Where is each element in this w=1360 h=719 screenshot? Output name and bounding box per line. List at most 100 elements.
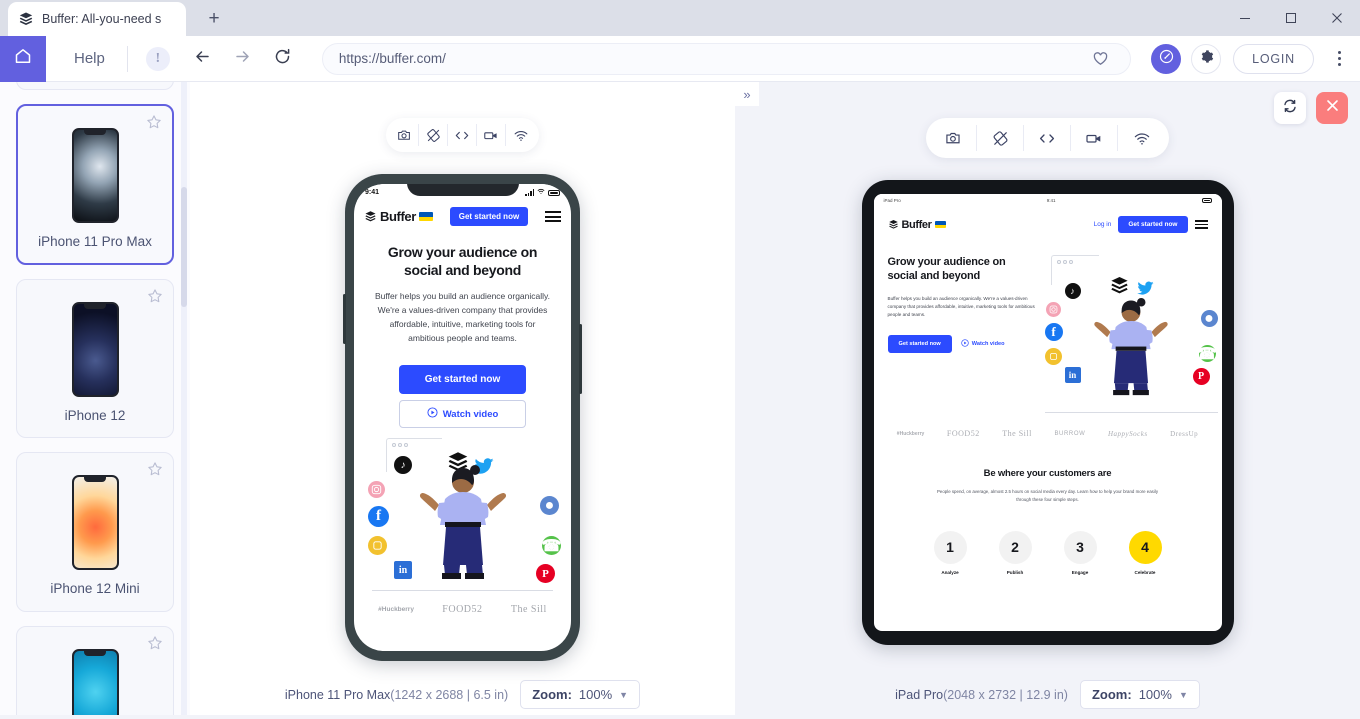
browser-menu-button[interactable] — [1326, 44, 1352, 74]
wifi-throttle-icon[interactable] — [1118, 125, 1165, 151]
nav-cta-button[interactable]: Get started now — [1118, 216, 1188, 233]
new-tab-button[interactable]: + — [200, 5, 228, 33]
device-card-iphone-12[interactable]: iPhone 12 — [16, 279, 174, 439]
performance-button[interactable] — [1151, 43, 1182, 74]
ground-line — [372, 590, 553, 592]
sidebar-scrollbar-thumb[interactable] — [181, 187, 187, 307]
hero-primary-button[interactable]: Get started now — [399, 365, 526, 395]
status-device-name: iPad Pro — [883, 198, 901, 203]
url-input[interactable] — [338, 51, 1087, 66]
device-name: iPhone 12 — [64, 408, 126, 424]
rotate-lock-icon[interactable] — [977, 125, 1024, 151]
star-outline-icon[interactable] — [147, 461, 163, 477]
star-outline-icon[interactable] — [146, 114, 162, 130]
camera-icon[interactable] — [390, 124, 419, 146]
nav-login-link[interactable]: Log in — [1094, 221, 1112, 228]
status-indicators — [525, 188, 560, 197]
step-number: 1 — [933, 530, 967, 564]
step-label: Publish — [1006, 569, 1024, 575]
hero-text-column: Grow your audience on social and beyond … — [874, 255, 1041, 415]
brand-logo: FOOD52 — [946, 429, 980, 438]
refresh-sync-icon — [1282, 98, 1298, 119]
brand-logo: #Huckberry — [378, 606, 414, 614]
device-card-iphone-11-pro-max[interactable]: iPhone 11 Pro Max — [16, 104, 174, 266]
device-card-iphone-12-mini[interactable]: iPhone 12 Mini — [16, 452, 174, 612]
linkedin-icon: in — [1064, 367, 1081, 383]
home-button[interactable] — [0, 35, 46, 82]
brand-logos-row: #Huckberry FOOD52 The Sill — [354, 596, 571, 615]
back-button[interactable] — [186, 42, 220, 76]
close-preview-button[interactable] — [1316, 92, 1348, 124]
buffer-logo[interactable]: Buffer — [364, 209, 433, 224]
hero-actions: Get started now Watch video — [887, 335, 1041, 354]
hamburger-menu-icon[interactable] — [1194, 220, 1208, 229]
sidebar-scrollbar[interactable] — [181, 82, 187, 715]
nav-cta-button[interactable]: Get started now — [449, 207, 529, 226]
minimize-button[interactable] — [1222, 0, 1268, 36]
hero-watch-video-button[interactable]: Watch video — [399, 400, 526, 429]
hero-watch-video-button[interactable]: Watch video — [961, 339, 1005, 349]
pinterest-icon: P — [536, 564, 555, 584]
browser-tab[interactable]: Buffer: All-you-need s — [8, 2, 186, 36]
phone-zoom-select[interactable]: Zoom: 100% ▼ — [520, 680, 641, 709]
maximize-button[interactable] — [1268, 0, 1314, 36]
tablet-screen[interactable]: iPad Pro 9:41 Buffer Log in Get started … — [873, 194, 1222, 631]
play-circle-icon — [427, 407, 438, 421]
hero-section: Grow your audience on social and beyond … — [874, 233, 1222, 415]
rotate-lock-icon[interactable] — [419, 124, 448, 146]
tablet-device-name: iPad Pro — [895, 687, 944, 702]
device-card-partial-bottom[interactable] — [16, 625, 174, 715]
double-chevron-right-icon[interactable]: » — [735, 82, 759, 106]
sync-scroll-button[interactable] — [1274, 92, 1306, 124]
reddit-icon: ● — [1200, 310, 1218, 327]
device-thumbnail — [71, 128, 119, 223]
tablet-status-bar: iPad Pro 9:41 — [873, 194, 1222, 207]
zoom-label: Zoom: — [1091, 687, 1132, 702]
tiktok-icon: ♪ — [1064, 283, 1081, 299]
site-navbar: Buffer Log in Get started now — [874, 207, 1222, 233]
help-button[interactable]: Help — [46, 50, 127, 67]
star-outline-icon[interactable] — [147, 635, 163, 651]
forward-button[interactable] — [226, 42, 260, 76]
code-inspector-icon[interactable] — [448, 124, 477, 146]
settings-button[interactable] — [1191, 43, 1222, 74]
device-sidebar: iPhone 11 Pro Max iPhone 12 iPhone 12 Mi… — [0, 82, 190, 715]
zoom-value: 100% — [1138, 687, 1172, 702]
hero-illustration: ♪ f in ● ☎ P — [354, 436, 571, 596]
address-bar[interactable] — [321, 42, 1132, 75]
status-time: 9:41 — [365, 189, 380, 196]
code-inspector-icon[interactable] — [1024, 125, 1071, 151]
brand-name: Buffer — [901, 218, 932, 231]
ukraine-flag-icon — [418, 212, 433, 221]
brand-logo: #Huckberry — [896, 430, 925, 437]
brand-name: Buffer — [380, 209, 416, 224]
video-record-icon[interactable] — [1071, 125, 1118, 151]
phone-device-label: iPhone 11 Pro Max(1242 x 2688 | 6.5 in) — [285, 688, 508, 702]
step-number: 4 — [1128, 530, 1162, 564]
home-icon — [13, 46, 33, 71]
phone-screen[interactable]: 9:41 Buffer Get started now Grow your au… — [354, 184, 571, 651]
gear-icon — [1199, 49, 1214, 69]
heart-icon[interactable] — [1086, 45, 1114, 73]
device-name: iPhone 11 Pro Max — [38, 234, 152, 249]
camera-icon[interactable] — [930, 125, 977, 151]
instagram-icon — [368, 481, 385, 499]
brand-logo: FOOD52 — [442, 604, 483, 616]
buffer-logo[interactable]: Buffer — [888, 219, 946, 231]
exclamation-icon[interactable]: ! — [145, 46, 170, 71]
close-window-button[interactable] — [1314, 0, 1360, 36]
device-card-partial-top[interactable] — [16, 82, 174, 90]
tablet-device-label: iPad Pro(2048 x 2732 | 12.9 in) — [895, 688, 1068, 702]
hero-primary-button[interactable]: Get started now — [887, 335, 952, 354]
arrow-left-icon — [193, 47, 212, 71]
star-outline-icon[interactable] — [147, 288, 163, 304]
reload-button[interactable] — [266, 42, 300, 76]
login-button[interactable]: LOGIN — [1233, 43, 1314, 74]
watch-video-label: Watch video — [442, 408, 499, 420]
tablet-zoom-select[interactable]: Zoom: 100% ▼ — [1079, 680, 1200, 709]
battery-icon — [548, 189, 560, 196]
video-record-icon[interactable] — [477, 124, 506, 146]
window-controls — [1222, 0, 1360, 36]
wifi-throttle-icon[interactable] — [506, 124, 535, 146]
hamburger-menu-icon[interactable] — [545, 211, 561, 222]
